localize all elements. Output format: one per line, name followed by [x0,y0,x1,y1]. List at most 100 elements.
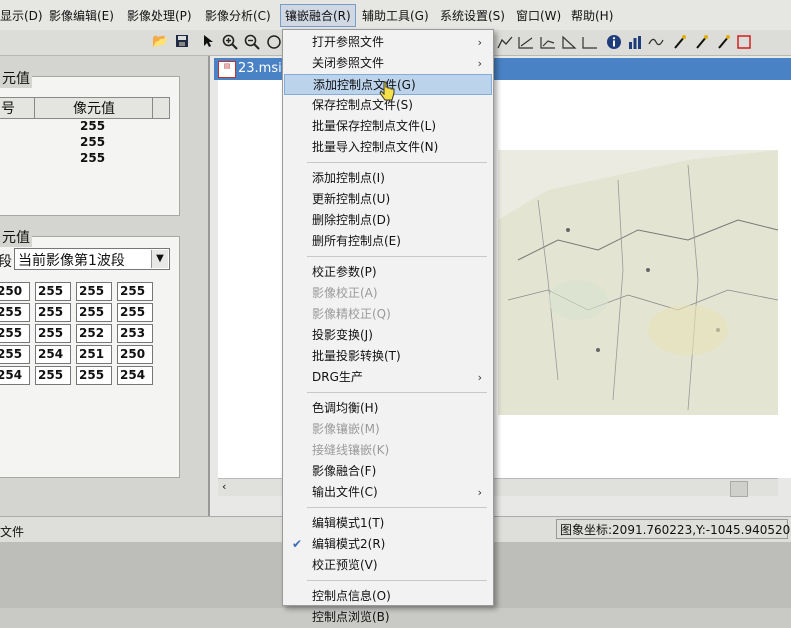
menu-image-edit[interactable]: 影像编辑(E) [49,7,114,24]
menu-item-8[interactable]: 更新控制点(U) [284,189,492,210]
chevron-right-icon: › [477,486,482,499]
menu-item-6[interactable]: 批量导入控制点文件(N) [284,137,492,158]
pixel-grid-cell: 255 [0,345,30,364]
zoom-in-icon[interactable] [222,34,238,50]
menu-display[interactable]: 显示(D) [0,7,43,24]
menu-item-label: 投影变换(J) [312,328,373,342]
mouse-cursor-icon [379,81,395,101]
triangle-tool-icon[interactable] [561,34,577,50]
menu-item-label: 接缝线镶嵌(K) [312,443,390,457]
menu-system-settings[interactable]: 系统设置(S) [440,7,505,24]
menu-item-label: 更新控制点(U) [312,192,391,206]
chevron-down-icon[interactable]: ▼ [151,250,168,268]
table1-col1-header: 号 [0,97,38,119]
menu-item-14[interactable]: 投影变换(J) [284,325,492,346]
menu-item-label: 色调均衡(H) [312,401,379,415]
menu-item-label: 批量导入控制点文件(N) [312,140,439,154]
pixel-grid-cell: 254 [0,366,30,385]
corner-tool-icon[interactable] [582,34,598,50]
menu-item-22[interactable]: 编辑模式1(T) [284,513,492,534]
menu-item-18: 影像镶嵌(M) [284,419,492,440]
pixel-value: 255 [80,135,106,149]
pixel-grid-cell: 254 [35,345,71,364]
menu-item-label: 打开参照文件 [312,35,385,49]
menu-item-26[interactable]: 控制点浏览(B) [284,607,492,628]
scroll-thumb[interactable] [730,481,748,497]
chevron-left-icon[interactable]: ‹ [222,480,226,493]
info-icon[interactable] [606,34,622,50]
menu-help[interactable]: 帮助(H) [571,7,613,24]
menu-item-label: 关闭参照文件 [312,56,385,70]
menu-item-11[interactable]: 校正参数(P) [284,262,492,283]
line-tool-icon[interactable] [518,34,534,50]
chevron-right-icon: › [477,371,482,384]
status-left-text: 文件 [0,525,25,539]
pixel-grid-cell: 255 [76,366,112,385]
line-chart-icon[interactable] [497,34,513,50]
save-icon[interactable] [174,34,190,50]
menu-separator [307,507,487,508]
pixel-grid-cell: 254 [117,366,153,385]
band-label: 段 [0,254,12,270]
menu-item-label: 批量投影转换(T) [312,349,401,363]
menu-item-23[interactable]: 编辑模式2(R) ✔ [284,534,492,555]
menu-item-20[interactable]: 影像融合(F) [284,461,492,482]
pixel-grid-cell: 255 [35,366,71,385]
pixel-grid-cell: 255 [0,324,30,343]
checkmark-icon: ✔ [292,537,303,551]
chevron-right-icon: › [477,57,482,70]
menu-item-12: 影像校正(A) [284,283,492,304]
pixel-grid-cell: 255 [117,303,153,322]
bar-chart-icon[interactable] [627,34,643,50]
marker-icon[interactable] [716,34,732,50]
menu-item-7[interactable]: 添加控制点(I) [284,168,492,189]
menu-separator [307,162,487,163]
menu-separator [307,256,487,257]
angle-tool-icon[interactable] [540,34,556,50]
menu-item-label: 校正预览(V) [312,558,378,572]
table1-col3-header [152,97,170,119]
curve-icon[interactable] [648,34,664,50]
menu-aux-tools[interactable]: 辅助工具(G) [362,7,429,24]
group1-title: 元值 [0,68,32,88]
menu-item-label: 编辑模式2(R) [312,537,386,551]
menu-item-label: 添加控制点(I) [312,171,385,185]
rectangle-tool-icon[interactable] [736,34,752,50]
menu-item-21[interactable]: 输出文件(C) › [284,482,492,503]
pixel-grid-cell: 255 [76,303,112,322]
menu-item-10[interactable]: 删所有控制点(E) [284,231,492,252]
menu-item-24[interactable]: 校正预览(V) [284,555,492,576]
menu-item-13: 影像精校正(Q) [284,304,492,325]
menu-window[interactable]: 窗口(W) [516,7,561,24]
menu-mosaic-fusion[interactable]: 镶嵌融合(R) [280,4,356,27]
menu-item-15[interactable]: 批量投影转换(T) [284,346,492,367]
menu-item-label: 输出文件(C) [312,485,378,499]
band-select-value: 当前影像第1波段 [18,253,125,269]
menu-item-5[interactable]: 批量保存控制点文件(L) [284,116,492,137]
menu-item-label: 影像精校正(Q) [312,307,391,321]
circle-tool-icon[interactable] [266,34,282,50]
menu-item-label: 编辑模式1(T) [312,516,385,530]
band-select[interactable]: 当前影像第1波段 ▼ [14,248,170,270]
pen-icon[interactable] [672,34,688,50]
pen-alt-icon[interactable] [694,34,710,50]
menu-item-9[interactable]: 删除控制点(D) [284,210,492,231]
menu-item-label: 影像校正(A) [312,286,378,300]
menu-item-19: 接缝线镶嵌(K) [284,440,492,461]
menu-item-label: 删所有控制点(E) [312,234,401,248]
open-folder-icon[interactable]: 📂 [152,34,168,50]
menu-image-process[interactable]: 影像处理(P) [127,7,192,24]
menu-item-16[interactable]: DRG生产 › [284,367,492,388]
menu-separator [307,392,487,393]
menu-item-25[interactable]: 控制点信息(O) [284,586,492,607]
menu-image-analysis[interactable]: 影像分析(C) [205,7,271,24]
zoom-out-icon[interactable] [244,34,260,50]
menu-item-1[interactable]: 打开参照文件 › [284,32,492,53]
menu-separator [307,580,487,581]
menu-item-label: 影像融合(F) [312,464,377,478]
menu-item-2[interactable]: 关闭参照文件 › [284,53,492,74]
pointer-icon[interactable] [200,34,216,50]
menu-item-17[interactable]: 色调均衡(H) [284,398,492,419]
pixel-grid-cell: 255 [117,282,153,301]
pixel-grid-cell: 253 [117,324,153,343]
